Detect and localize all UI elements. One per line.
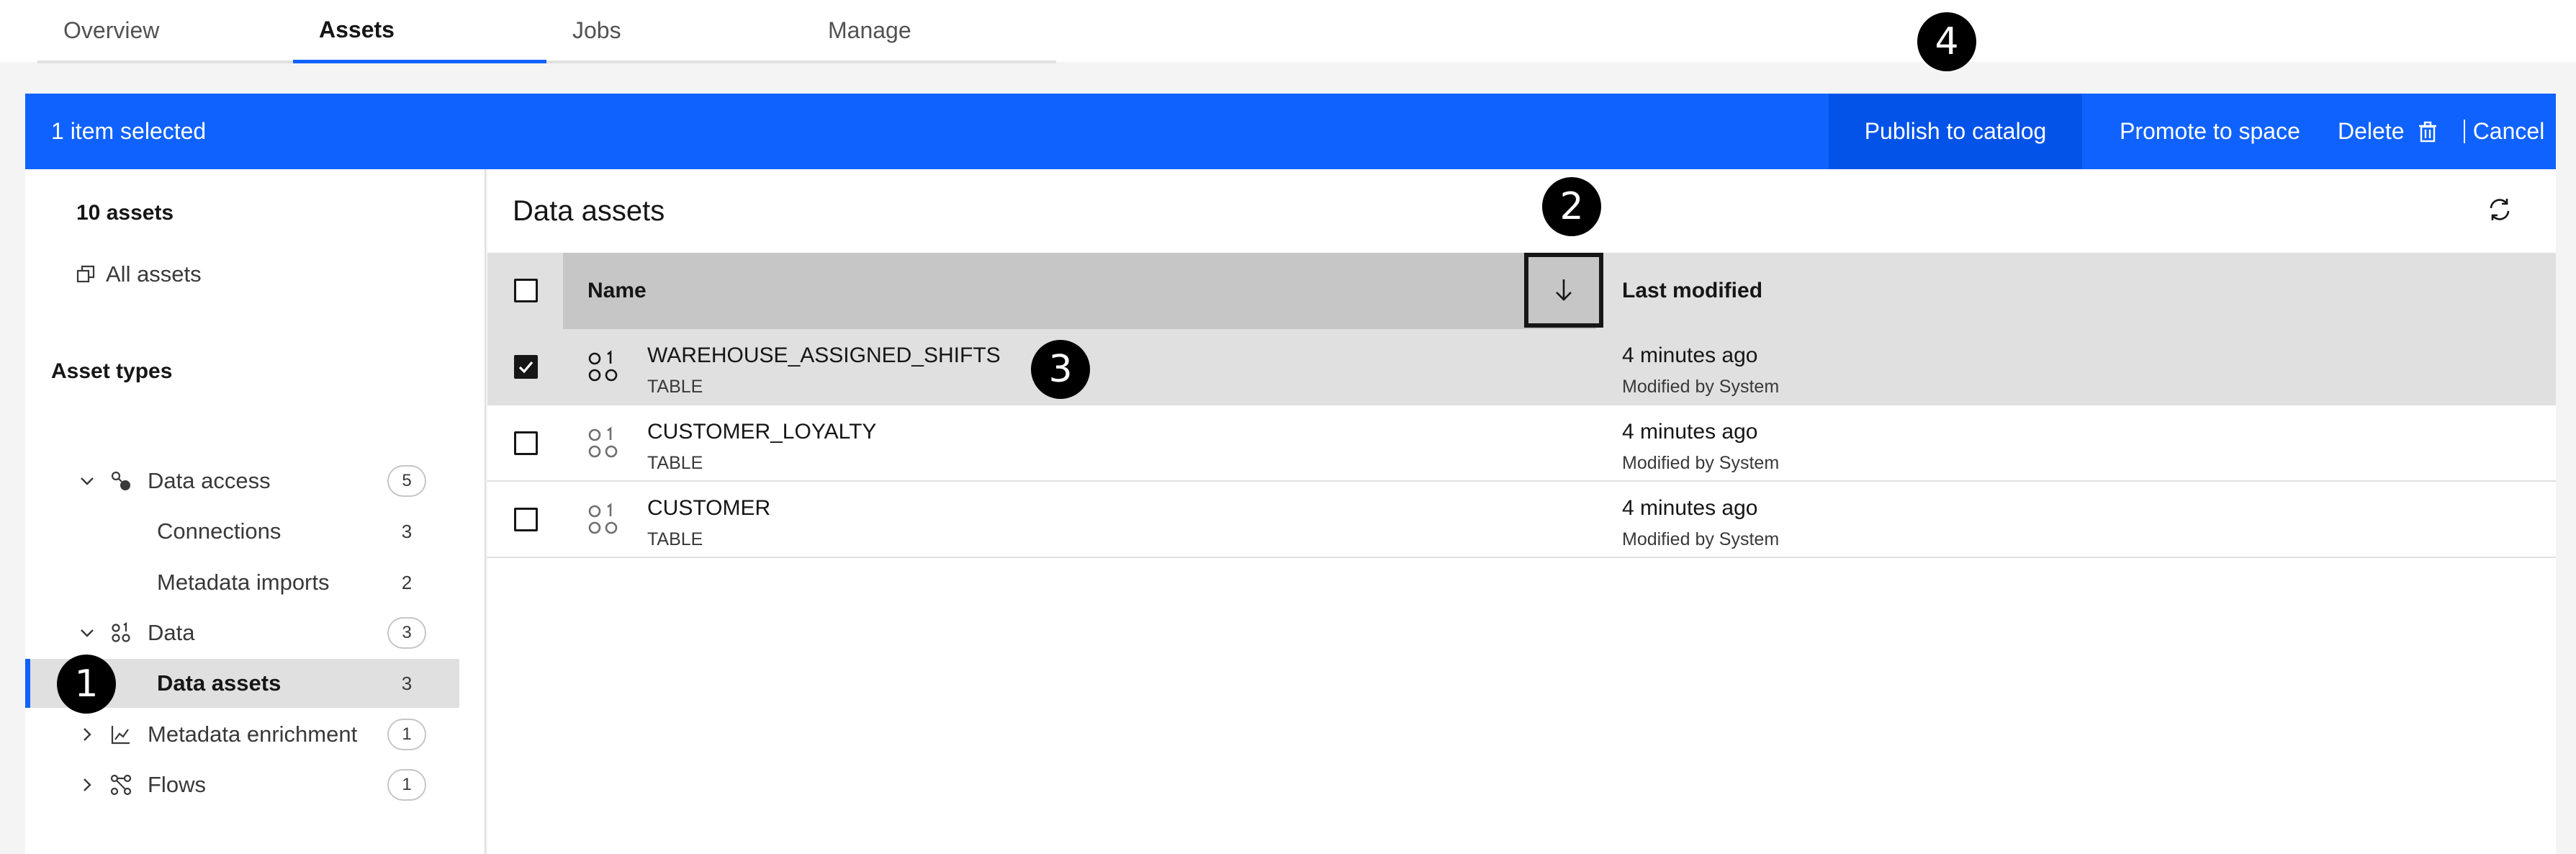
tree-label-flows: Flows	[148, 772, 206, 797]
asset-types-heading: Asset types	[51, 359, 173, 383]
selected-indicator	[25, 659, 30, 708]
tree-label-data-assets: Data assets	[157, 670, 282, 696]
refresh-icon[interactable]	[2487, 197, 2513, 223]
last-modified-time: 4 minutes ago	[1622, 420, 1758, 444]
table-asset-icon	[588, 350, 618, 382]
chevron-right-icon[interactable]	[78, 726, 96, 743]
callout-marker-3: 3	[1031, 340, 1090, 399]
data-assets-panel: Data assets Name Last modified WAREHOUSE…	[487, 169, 2556, 854]
callout-marker-1: 1	[57, 655, 116, 714]
metadata-enrichment-icon	[111, 726, 130, 745]
callout-marker-4: 4	[1917, 12, 1976, 71]
asset-type: TABLE	[647, 529, 703, 549]
row-checkbox[interactable]	[514, 355, 538, 379]
asset-type: TABLE	[647, 453, 703, 473]
delete-label: Delete	[2338, 118, 2405, 144]
cancel-label: Cancel	[2472, 118, 2545, 144]
data-access-icon	[111, 471, 130, 490]
last-modified-column-label[interactable]: Last modified	[1622, 253, 1762, 329]
tree-item-connections[interactable]: Connections 3	[25, 507, 459, 556]
tree-label-data: Data	[148, 620, 195, 645]
tab-assets-label: Assets	[319, 17, 395, 42]
count-badge: 3	[387, 617, 426, 649]
arrow-down-icon	[1556, 279, 1572, 301]
all-assets-label: All assets	[106, 261, 202, 287]
promote-label: Promote to space	[2120, 118, 2300, 144]
tab-manage[interactable]: Manage	[802, 0, 1056, 63]
asset-name[interactable]: CUSTOMER_LOYALTY	[647, 420, 876, 444]
table-asset-icon	[588, 426, 618, 458]
tree-item-flows[interactable]: Flows 1	[25, 760, 459, 809]
flows-icon	[110, 774, 132, 796]
trash-icon	[2418, 121, 2436, 142]
chevron-down-icon[interactable]	[78, 624, 96, 642]
selection-action-bar: 1 item selected Publish to catalog Promo…	[25, 94, 2556, 169]
name-column-label: Name	[587, 279, 647, 302]
item-count: 2	[401, 571, 413, 593]
tab-bar: Overview Assets Jobs Manage	[0, 0, 2576, 65]
modified-by: Modified by System	[1622, 453, 1780, 473]
count-badge: 5	[387, 465, 426, 497]
asset-name[interactable]: CUSTOMER	[647, 496, 770, 521]
last-modified-time: 4 minutes ago	[1622, 496, 1758, 520]
tree-item-metadata-enrichment[interactable]: Metadata enrichment 1	[25, 710, 459, 759]
modified-by: Modified by System	[1622, 377, 1780, 397]
tab-overview[interactable]: Overview	[37, 0, 293, 63]
asset-type: TABLE	[647, 377, 703, 397]
publish-label: Publish to catalog	[1864, 118, 2047, 144]
item-count: 3	[401, 520, 413, 542]
delete-button[interactable]: Delete	[2338, 94, 2442, 169]
chevron-right-icon[interactable]	[78, 776, 96, 794]
chevron-down-icon[interactable]	[78, 472, 96, 490]
tab-overview-label: Overview	[63, 17, 160, 43]
selection-count: 1 item selected	[51, 118, 207, 144]
publish-to-catalog-button[interactable]: Publish to catalog	[1829, 94, 2082, 169]
modified-by: Modified by System	[1622, 529, 1780, 549]
tree-label-metadata-imports: Metadata imports	[157, 570, 330, 595]
tab-jobs[interactable]: Jobs	[546, 0, 802, 63]
last-modified-time: 4 minutes ago	[1622, 343, 1758, 367]
asset-count: 10 assets	[76, 201, 174, 225]
table-asset-icon	[588, 503, 618, 534]
tree-label-metadata-enrichment: Metadata enrichment	[148, 722, 358, 747]
table-row[interactable]: CUSTOMER TABLE 4 minutes ago Modified by…	[487, 482, 2556, 558]
all-assets-link[interactable]: All assets	[76, 261, 202, 287]
item-count: 3	[401, 672, 413, 694]
tree-item-metadata-imports[interactable]: Metadata imports 2	[25, 558, 459, 607]
callout-marker-2: 2	[1542, 177, 1601, 236]
page-title: Data assets	[513, 195, 665, 227]
tree-label-data-access: Data access	[148, 468, 271, 493]
data-icon	[112, 622, 130, 642]
tree-item-data[interactable]: Data 3	[25, 608, 459, 657]
tab-assets[interactable]: Assets	[293, 0, 546, 63]
cancel-button[interactable]: Cancel	[2462, 94, 2556, 169]
all-assets-icon	[76, 265, 95, 283]
checkmark-icon	[518, 361, 533, 374]
table-row[interactable]: WAREHOUSE_ASSIGNED_SHIFTS TABLE 4 minute…	[487, 329, 2556, 405]
table-row[interactable]: CUSTOMER_LOYALTY TABLE 4 minutes ago Mod…	[487, 405, 2556, 482]
select-all-checkbox[interactable]	[514, 279, 538, 302]
row-checkbox[interactable]	[514, 431, 538, 455]
sort-button[interactable]	[1524, 253, 1603, 328]
asset-name[interactable]: WAREHOUSE_ASSIGNED_SHIFTS	[647, 343, 1001, 368]
name-column-header[interactable]	[563, 253, 1596, 329]
tree-label-connections: Connections	[157, 518, 282, 544]
tree-item-data-access[interactable]: Data access 5	[25, 457, 459, 505]
asset-type-sidebar: 10 assets All assets Asset types Data ac…	[25, 169, 486, 854]
tab-jobs-label: Jobs	[572, 17, 621, 43]
table-header: Name Last modified	[487, 253, 2556, 329]
count-badge: 1	[387, 719, 426, 750]
row-checkbox[interactable]	[514, 508, 538, 531]
count-badge: 1	[387, 769, 426, 801]
promote-to-space-button[interactable]: Promote to space	[2082, 94, 2338, 169]
tab-manage-label: Manage	[828, 17, 911, 43]
